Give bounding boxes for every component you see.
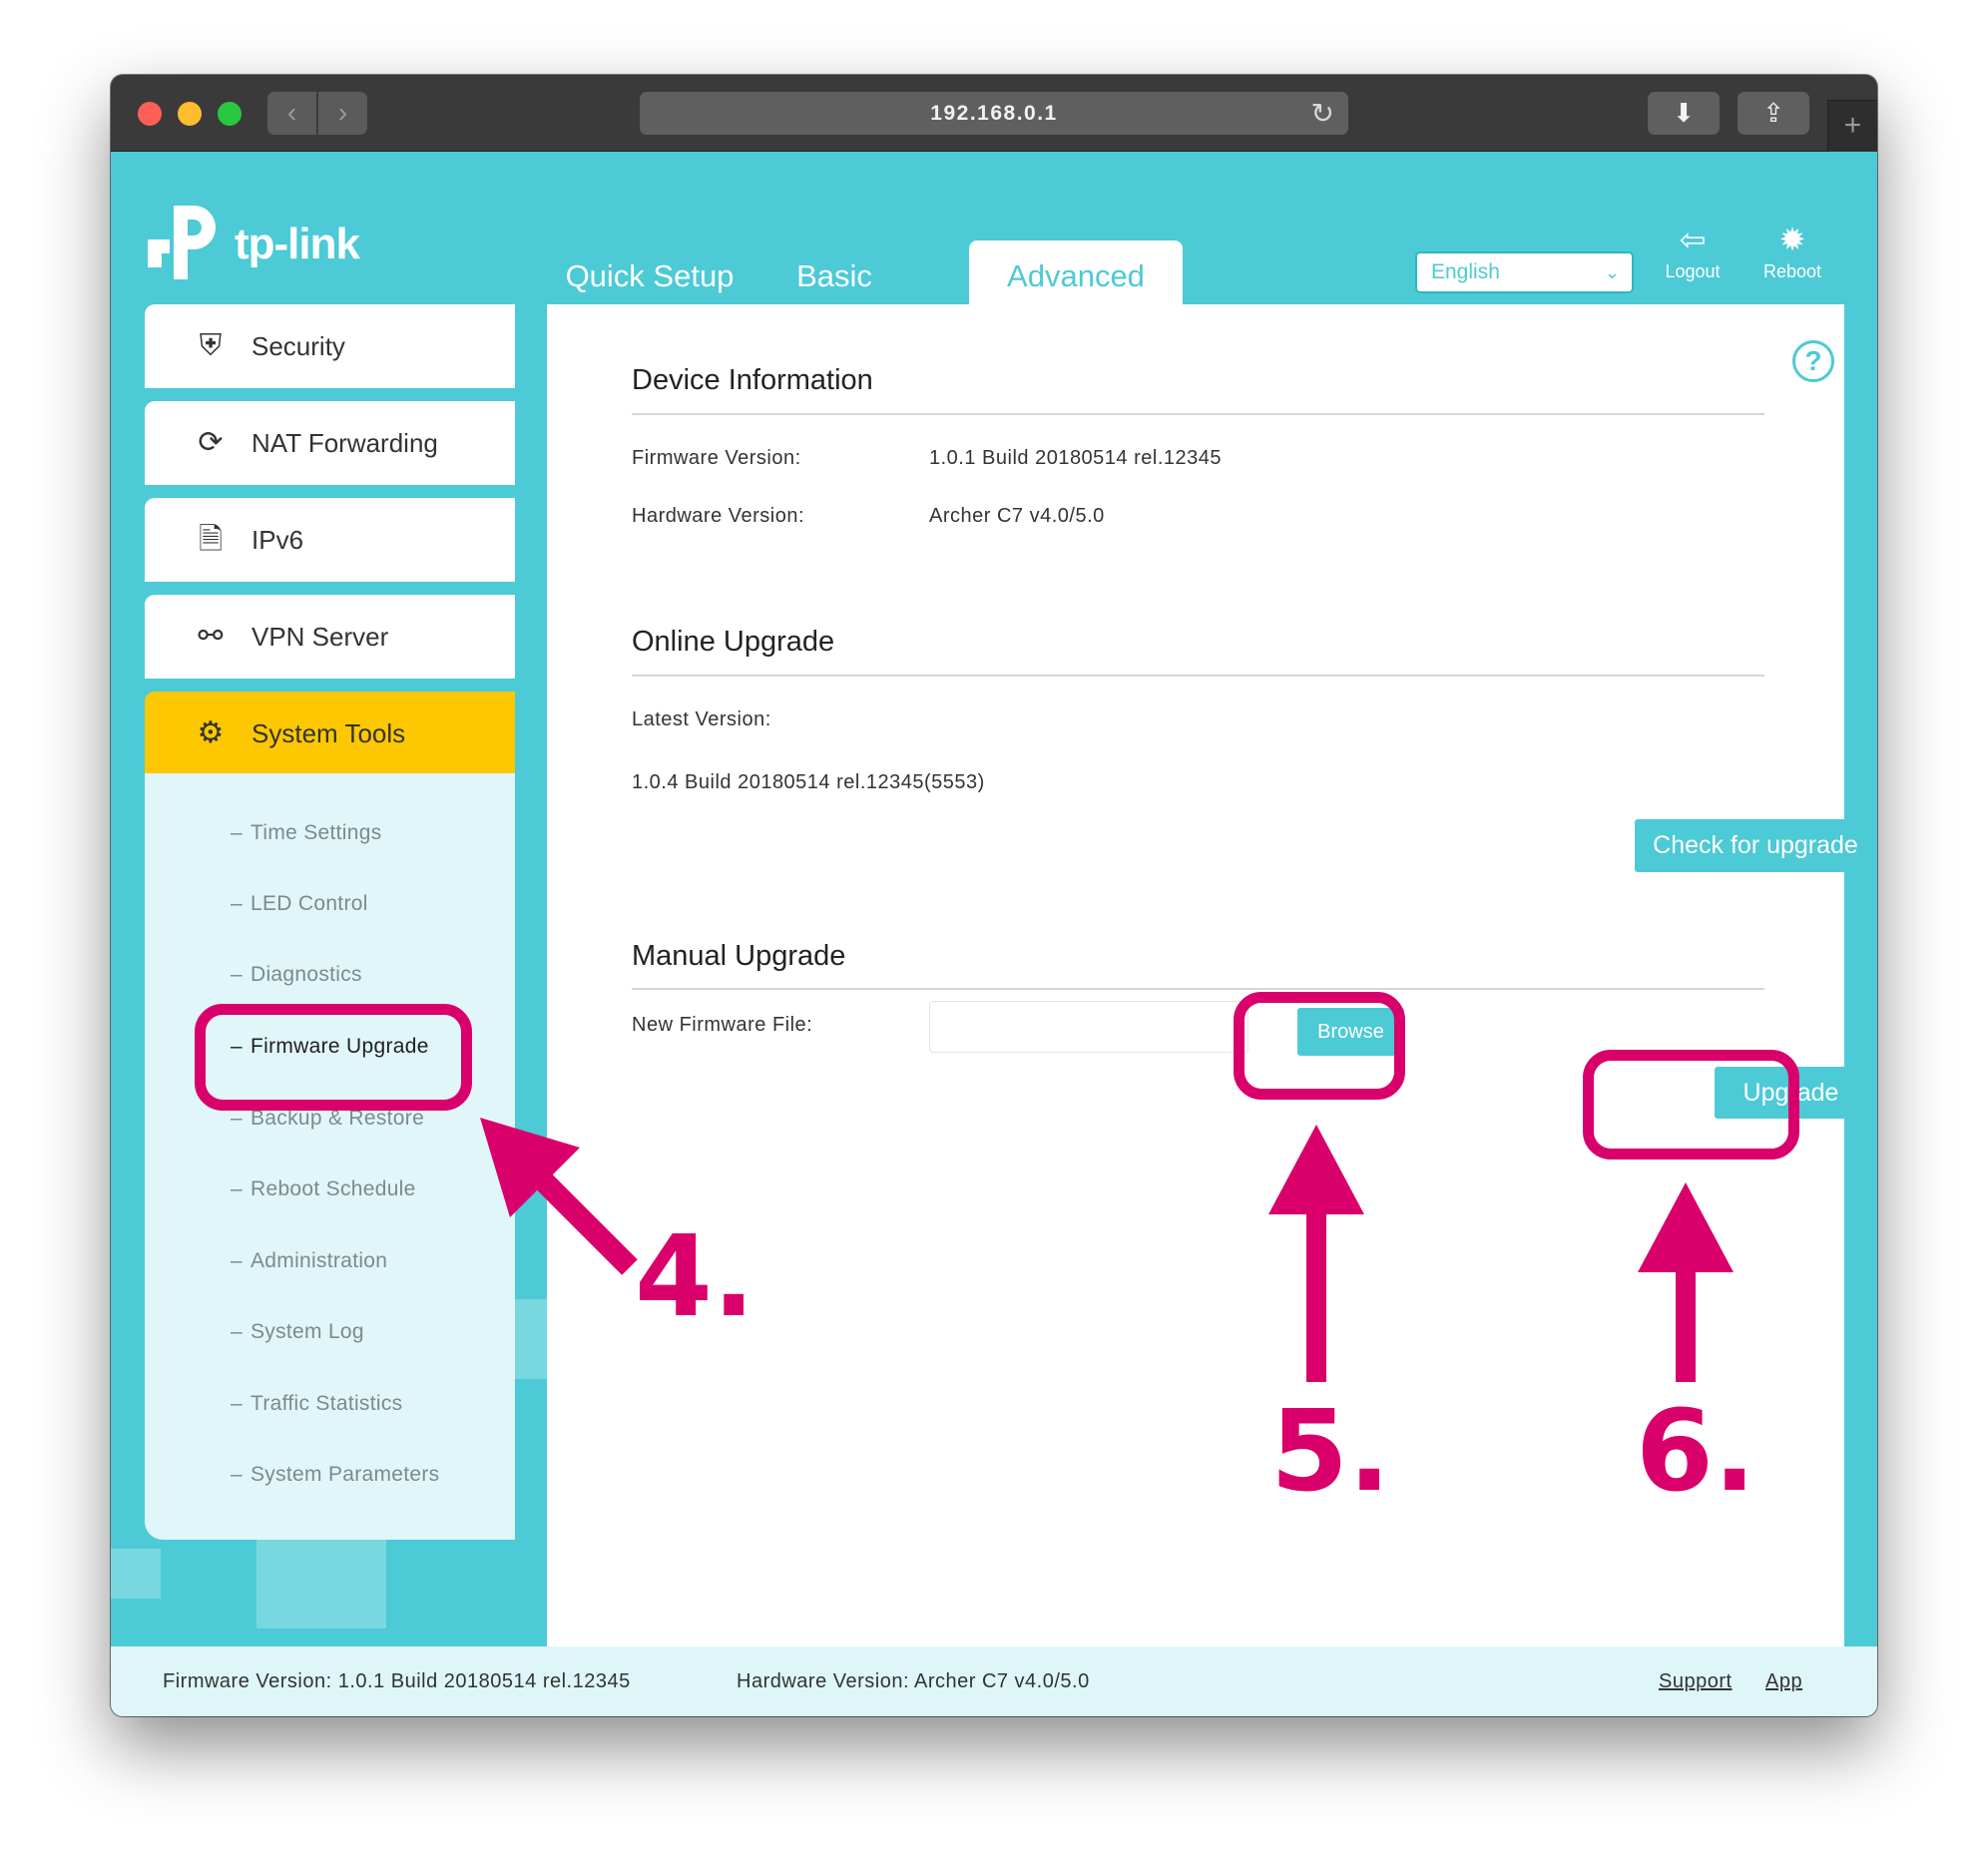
annotation-step-4: 4.	[635, 1212, 755, 1342]
arrow-head	[1268, 1125, 1364, 1214]
browser-window: ‹ › 192.168.0.1 ↻ ⬇ ⇪ + tp-link Quick Se…	[111, 75, 1877, 1716]
annotation-step-6: 6.	[1636, 1387, 1756, 1517]
annotation-arrows	[480, 1118, 1734, 1382]
arrow-head	[1638, 1182, 1734, 1272]
annotation-step-5: 5.	[1270, 1387, 1391, 1517]
